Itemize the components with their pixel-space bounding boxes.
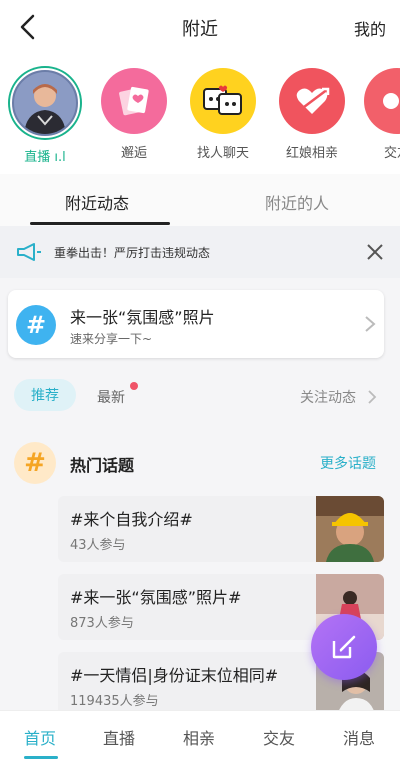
shortcut-live[interactable]: 直播 ı.l	[10, 68, 80, 165]
shortcut-friends[interactable]: 交友	[362, 68, 400, 161]
tab-nearby-people[interactable]: 附近的人	[265, 190, 329, 214]
mine-button[interactable]: 我的	[354, 16, 386, 40]
shortcut-chat-label: 找人聊天	[196, 146, 249, 161]
topic-promo-card[interactable]: # 来一张“氛围感”照片 速来分享一下~	[8, 290, 384, 358]
shortcut-encounter[interactable]: 邂逅	[99, 68, 169, 161]
content-tabs: 附近动态 附近的人	[0, 174, 400, 227]
topic-name: #来个自我介绍#	[70, 510, 193, 529]
more-topics-link[interactable]: 更多话题	[320, 453, 376, 473]
shortcut-encounter-label: 邂逅	[120, 146, 147, 161]
hashtag-icon: #	[14, 442, 56, 484]
topic-count: 119435人参与	[70, 694, 159, 709]
page-title: 附近	[182, 19, 218, 40]
active-nav-indicator	[24, 756, 58, 759]
promo-title: 来一张“氛围感”照片	[70, 308, 215, 327]
compose-button[interactable]	[311, 614, 377, 680]
notice-bar: 重拳出击！严厉打击违规动态	[0, 226, 400, 278]
shortcut-row: 直播 ı.l 邂逅 找人聊天 红娘相亲 交	[0, 56, 400, 174]
live-avatar	[10, 68, 80, 138]
friends-icon	[364, 68, 400, 134]
nav-matchmaking[interactable]: 相亲	[183, 725, 215, 749]
filter-recommend[interactable]: 推荐	[14, 379, 76, 411]
close-icon[interactable]	[366, 243, 384, 261]
topic-name: #来一张“氛围感”照片#	[70, 588, 242, 607]
shortcut-matchmaker[interactable]: 红娘相亲	[277, 68, 347, 161]
top-bar: 附近 我的	[0, 0, 400, 56]
topic-name: #一天情侣|身份证末位相同#	[70, 666, 279, 685]
hashtag-icon: #	[16, 305, 56, 345]
nav-messages[interactable]: 消息	[343, 725, 375, 749]
topic-count: 43人参与	[70, 538, 126, 553]
cards-icon	[101, 68, 167, 134]
shortcut-chat[interactable]: 找人聊天	[188, 68, 258, 161]
chat-bubbles-icon	[190, 68, 256, 134]
topic-count: 873人参与	[70, 616, 134, 631]
person-avatar-icon	[14, 72, 76, 134]
tab-nearby-posts[interactable]: 附近动态	[65, 190, 129, 214]
topic-thumbnail	[316, 496, 384, 562]
chevron-right-icon	[368, 390, 377, 404]
filter-follow[interactable]: 关注动态	[300, 387, 356, 407]
shortcut-live-label: 直播 ı.l	[24, 150, 66, 165]
hot-topics-title: 热门话题	[70, 456, 135, 475]
notice-text: 重拳出击！严厉打击违规动态	[54, 245, 211, 260]
back-arrow-icon[interactable]	[14, 12, 44, 42]
nav-friends[interactable]: 交友	[263, 725, 295, 749]
bottom-navigation: 首页 直播 相亲 交友 消息	[0, 710, 400, 762]
feed-filters: 推荐 最新 关注动态	[0, 376, 400, 416]
promo-subtitle: 速来分享一下~	[70, 332, 153, 346]
shortcut-friends-label: 交友	[383, 146, 400, 161]
filter-latest[interactable]: 最新	[97, 387, 125, 407]
nav-home[interactable]: 首页	[24, 725, 56, 749]
edit-icon	[332, 635, 356, 659]
nav-live[interactable]: 直播	[103, 725, 135, 749]
new-indicator-dot	[130, 382, 138, 390]
hot-topics-header: # 热门话题 更多话题	[0, 438, 400, 488]
megaphone-icon	[17, 243, 41, 261]
shortcut-matchmaker-label: 红娘相亲	[285, 146, 338, 161]
active-tab-indicator	[30, 222, 170, 225]
chevron-right-icon	[365, 316, 376, 332]
topic-item[interactable]: #来个自我介绍# 43人参与	[58, 496, 384, 562]
arrow-heart-icon	[279, 68, 345, 134]
